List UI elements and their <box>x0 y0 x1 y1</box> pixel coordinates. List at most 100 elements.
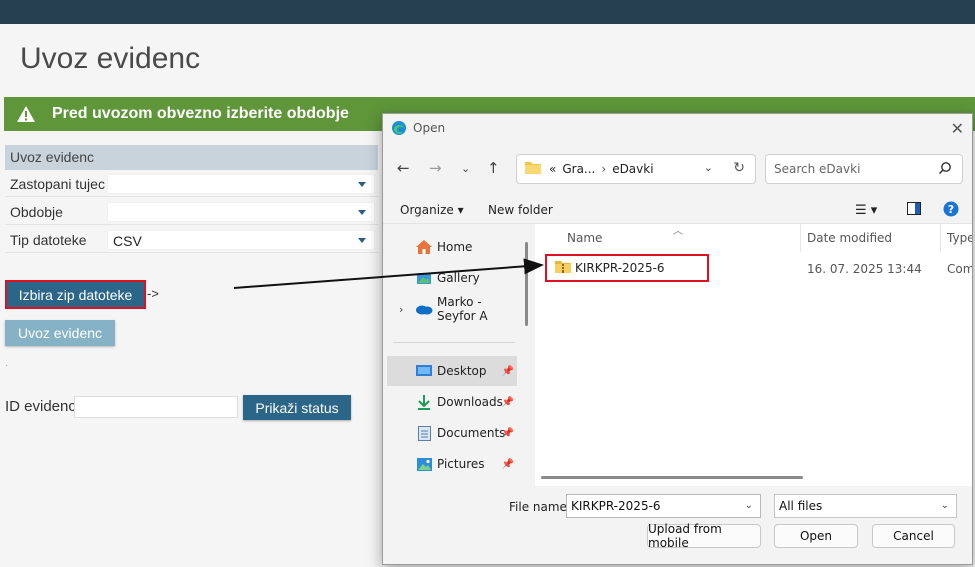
filelist-scrollbar[interactable] <box>541 476 803 479</box>
breadcrumb-item-current[interactable]: eDavki <box>612 162 653 176</box>
sidebar-item-label: Marko - Seyfor A <box>437 295 488 323</box>
search-placeholder: Search eDavki <box>774 162 861 176</box>
pin-icon[interactable]: 📌 <box>502 397 514 408</box>
import-records-button[interactable]: Uvoz evidenc <box>5 320 115 346</box>
id-evidenc-input[interactable] <box>74 396 238 418</box>
pictures-icon <box>415 456 433 472</box>
chevron-down-icon[interactable]: ⌄ <box>704 161 713 174</box>
up-arrow-icon[interactable]: ↑ <box>487 159 500 177</box>
pin-icon[interactable]: 📌 <box>502 459 514 470</box>
file-name-label: KIRKPR-2025-6 <box>575 261 665 275</box>
divider-dot: · <box>5 360 9 371</box>
upload-from-mobile-button[interactable]: Upload from mobile <box>647 522 761 550</box>
sidebar-item-downloads[interactable]: Downloads 📌 <box>387 387 517 417</box>
file-name-value: KIRKPR-2025-6 <box>571 499 661 513</box>
file-name-label: File name: <box>509 500 571 514</box>
breadcrumb-item[interactable]: Gra... <box>562 162 595 176</box>
alert-text: Pred uvozom obvezno izberite obdobje <box>52 105 349 122</box>
address-bar[interactable]: « Gra... › eDavki ⌄ ↻ <box>516 154 756 184</box>
sidebar-item-gallery[interactable]: Gallery <box>387 263 517 293</box>
edge-browser-icon <box>391 120 407 136</box>
file-row[interactable]: KIRKPR-2025-6 16. 07. 2025 13:44 Com <box>535 254 973 282</box>
field-label: Zastopani tujec <box>10 176 105 192</box>
sidebar-item-label: Desktop <box>437 364 487 378</box>
forward-arrow-icon[interactable]: → <box>429 159 442 177</box>
chevron-right-icon[interactable]: › <box>399 303 403 316</box>
id-evidenc-label: ID evidenc <box>5 398 76 415</box>
column-header-type[interactable]: Type <box>941 224 972 252</box>
search-box[interactable]: Search eDavki <box>765 154 963 184</box>
caret-down-icon <box>358 238 366 243</box>
dialog-titlebar: Open <box>383 114 972 142</box>
preview-pane-icon[interactable] <box>907 202 921 218</box>
sidebar-item-home[interactable]: Home <box>387 232 517 262</box>
sidebar-scrollbar[interactable] <box>525 242 528 326</box>
column-header-name[interactable]: Name <box>561 224 801 252</box>
sidebar-item-label: Gallery <box>437 271 480 285</box>
chevron-down-icon[interactable]: ⌄ <box>745 500 753 511</box>
zip-folder-icon <box>555 260 571 276</box>
zastopani-tujec-select[interactable] <box>107 174 375 194</box>
download-icon <box>415 394 433 410</box>
documents-icon <box>415 425 433 441</box>
obdobje-select[interactable] <box>107 202 375 222</box>
search-icon <box>938 161 952 178</box>
zip-arrow-text: -> <box>147 286 159 301</box>
warning-triangle-icon <box>15 104 37 124</box>
file-type: Com <box>947 262 973 276</box>
breadcrumb-prefix[interactable]: « <box>549 162 556 176</box>
cancel-button[interactable]: Cancel <box>872 524 955 548</box>
column-header-date-modified[interactable]: Date modified <box>801 224 941 252</box>
view-list-icon[interactable]: ☰ ▾ <box>855 203 877 218</box>
pin-icon[interactable]: 📌 <box>502 366 514 377</box>
open-button[interactable]: Open <box>774 524 858 548</box>
caret-down-icon <box>358 182 366 187</box>
field-label: Tip datoteke <box>10 232 87 248</box>
select-zip-file-button[interactable]: Izbira zip datoteke <box>5 280 146 309</box>
pin-icon[interactable]: 📌 <box>502 428 514 439</box>
form-row-tip-datoteke: Tip datoteke CSV <box>5 228 378 253</box>
new-folder-button[interactable]: New folder <box>488 203 553 217</box>
file-type-select[interactable]: All files ⌄ <box>774 494 957 518</box>
sidebar-item-desktop[interactable]: Desktop 📌 <box>387 356 517 386</box>
sidebar-item-label: Downloads <box>437 395 503 409</box>
top-header-bar <box>0 0 975 24</box>
show-status-button[interactable]: Prikaži status <box>243 395 351 420</box>
file-date-modified: 16. 07. 2025 13:44 <box>807 262 922 276</box>
panel-header: Uvoz evidenc <box>5 145 378 170</box>
help-icon[interactable]: ? <box>943 201 959 220</box>
organize-menu[interactable]: Organize ▾ <box>400 203 464 217</box>
command-bar: Organize ▾ New folder ☰ ▾ ? <box>383 196 972 224</box>
sidebar-item-label: Home <box>437 240 473 254</box>
close-icon[interactable]: ✕ <box>951 119 964 138</box>
file-name-input[interactable]: KIRKPR-2025-6 ⌄ <box>566 494 761 518</box>
dialog-title: Open <box>413 121 446 135</box>
caret-down-icon <box>358 210 366 215</box>
onedrive-cloud-icon <box>415 301 433 317</box>
back-arrow-icon[interactable]: ← <box>397 159 410 177</box>
file-name-cell[interactable]: KIRKPR-2025-6 <box>545 254 709 282</box>
sidebar-item-label: Documents <box>437 426 506 440</box>
breadcrumb-separator: › <box>601 162 607 176</box>
refresh-icon[interactable]: ↻ <box>733 160 745 176</box>
form-row-zastopani-tujec: Zastopani tujec <box>5 172 378 197</box>
sidebar-item-documents[interactable]: Documents 📌 <box>387 418 517 448</box>
sidebar-item-pictures[interactable]: Pictures 📌 <box>387 449 517 479</box>
chevron-down-icon: ⌄ <box>940 500 949 511</box>
sidebar-item-label: Pictures <box>437 457 485 471</box>
open-file-dialog: Open ✕ ← → ⌄ ↑ « Gra... › eDavki ⌄ ↻ Sea… <box>382 113 973 565</box>
sidebar-divider <box>393 342 515 343</box>
dialog-bottom-bar: File name: KIRKPR-2025-6 ⌄ All files ⌄ U… <box>383 486 972 564</box>
svg-text:?: ? <box>948 203 954 216</box>
chevron-down-icon[interactable]: ⌄ <box>461 162 470 175</box>
sidebar-item-onedrive[interactable]: › Marko - Seyfor A <box>387 294 517 324</box>
select-value: CSV <box>113 233 142 249</box>
file-type-value: All files <box>779 499 823 513</box>
home-icon <box>415 239 433 255</box>
form-row-obdobje: Obdobje <box>5 200 378 225</box>
file-list: ︿ Name Date modified Type KIRKPR-2025-6 … <box>535 224 973 487</box>
page-title: Uvoz evidenc <box>20 42 201 75</box>
navigation-pane: Home Gallery › Marko - Seyfor A Desktop … <box>383 226 528 486</box>
tip-datoteke-select[interactable]: CSV <box>107 230 375 250</box>
gallery-icon <box>415 270 433 286</box>
